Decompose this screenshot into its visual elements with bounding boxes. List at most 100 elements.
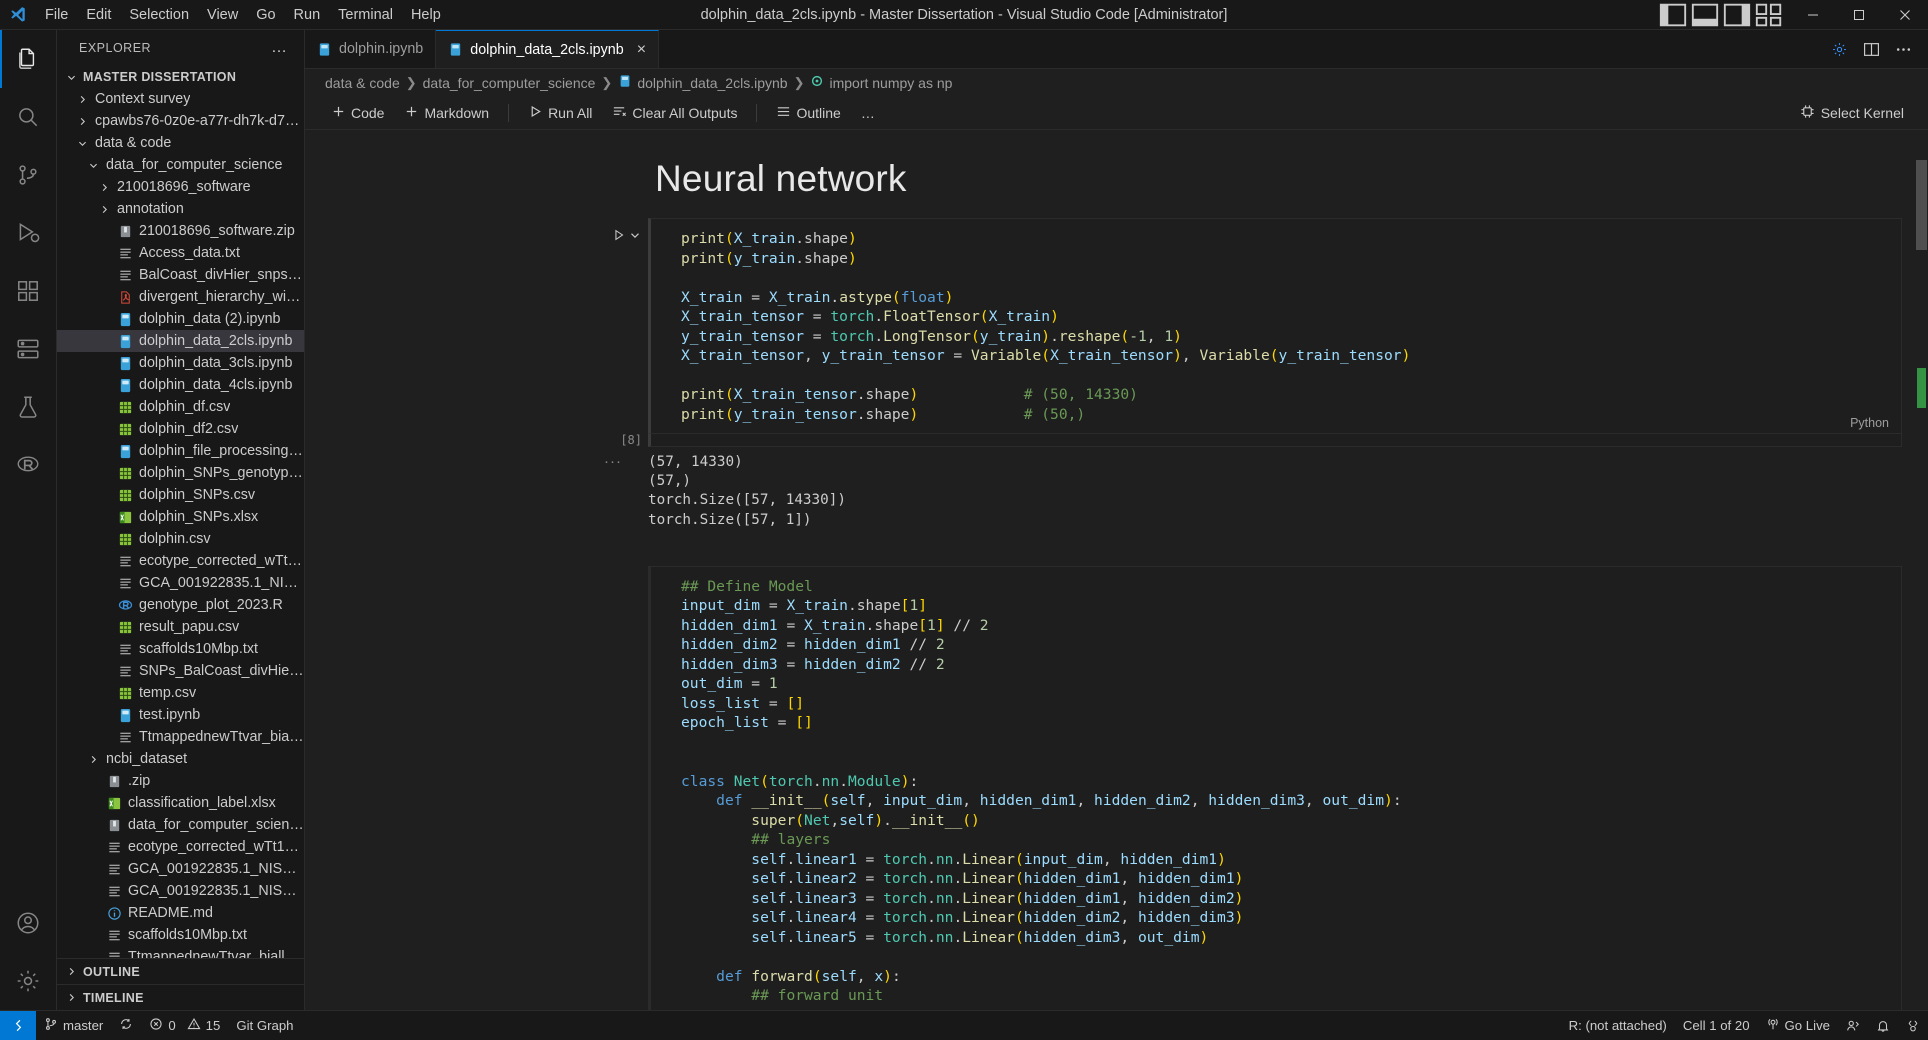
tree-item[interactable]: SNPs_BalCoast_divHier_annotatio... [57,660,304,682]
tree-item[interactable]: dolphin.csv [57,528,304,550]
tab-dolphin-ipynb[interactable]: dolphin.ipynb [305,30,437,68]
tree-item[interactable]: classification_label.xlsx [57,792,304,814]
tree-item[interactable]: Access_data.txt [57,242,304,264]
status-sync-button[interactable] [111,1011,141,1040]
tab-close-icon[interactable]: × [637,41,646,58]
status-notifications-bell-icon[interactable] [1868,1011,1898,1040]
menu-selection[interactable]: Selection [120,4,198,26]
activity-r-logo-icon[interactable] [0,436,57,494]
split-editor-icon[interactable] [1856,34,1886,64]
panel-left-icon[interactable] [1658,2,1688,28]
tree-item[interactable]: dolphin_data (2).ipynb [57,308,304,330]
tree-item[interactable]: 210018696_software [57,176,304,198]
close-icon[interactable] [1882,0,1928,30]
menu-run[interactable]: Run [285,4,330,26]
tree-item[interactable]: 210018696_software.zip [57,220,304,242]
activity-testing-icon[interactable] [0,378,57,436]
menu-bar[interactable]: File Edit Selection View Go Run Terminal… [36,4,450,26]
activity-remote-explorer-icon[interactable] [0,320,57,378]
scrollbar-thumb[interactable] [1916,160,1927,250]
activity-run-debug-icon[interactable] [0,204,57,262]
tree-item[interactable]: dolphin_data_2cls.ipynb [57,330,304,352]
sidebar-section-outline[interactable]: OUTLINE [57,958,304,984]
notebook-scrollbar[interactable] [1914,130,1928,1010]
activity-search-icon[interactable] [0,88,57,146]
tree-item[interactable]: dolphin_df.csv [57,396,304,418]
tree-item[interactable]: dolphin_data_3cls.ipynb [57,352,304,374]
activity-extensions-icon[interactable] [0,262,57,320]
tree-item[interactable]: annotation [57,198,304,220]
add-markdown-cell-button[interactable]: Markdown [396,101,497,125]
tree-item[interactable]: cpawbs76-0z0e-a77r-dh7k-d781w6q... [57,110,304,132]
breadcrumb-item-symbol[interactable]: import numpy as np [810,74,952,91]
notebook-editor[interactable]: Neural network print(X_train.shape) prin… [305,130,1928,1010]
editor-more-actions-icon[interactable] [1888,34,1918,64]
tree-item[interactable]: dolphin_file_processing.ipynb [57,440,304,462]
tree-item[interactable]: data_for_computer_science.zip [57,814,304,836]
customize-layout-icon[interactable] [1754,2,1784,28]
remote-indicator-icon[interactable] [0,1010,36,1040]
minimize-icon[interactable] [1790,0,1836,30]
workspace-root-header[interactable]: MASTER DISSERTATION [57,66,304,88]
panel-bottom-icon[interactable] [1690,2,1720,28]
tree-item[interactable]: dolphin_df2.csv [57,418,304,440]
sidebar-more-actions-icon[interactable]: … [263,39,296,57]
status-cell-position[interactable]: Cell 1 of 20 [1675,1011,1758,1040]
tree-item[interactable]: ecotype_corrected_wTt182.txt [57,836,304,858]
activity-explorer-icon[interactable] [0,30,57,88]
tree-item[interactable]: ncbi_dataset [57,748,304,770]
status-r-interpreter[interactable]: R: (not attached) [1561,1011,1675,1040]
breadcrumb-item-folder[interactable]: data & code [325,75,400,91]
tree-item[interactable]: scaffolds10Mbp.txt [57,924,304,946]
output-collapse-icon[interactable]: ··· [305,447,648,470]
notebook-cell[interactable]: ## Define Model input_dim = X_train.shap… [305,565,1928,1010]
breadcrumb-item-subfolder[interactable]: data_for_computer_science [423,75,596,91]
status-problems[interactable]: 0 15 [141,1011,228,1040]
tree-item[interactable]: GCA_001922835.1_NIST_Tur_tru_v1... [57,858,304,880]
panel-right-icon[interactable] [1722,2,1752,28]
tree-item[interactable]: temp.csv [57,682,304,704]
tree-item[interactable]: data & code [57,132,304,154]
tree-item[interactable]: BalCoast_divHier_snps.vcf [57,264,304,286]
tree-item[interactable]: dolphin_SNPs_genotype_data.csv [57,462,304,484]
tree-item[interactable]: TtmappednewTtvar_biallelic.vcf.gz [57,726,304,748]
select-kernel-button[interactable]: Select Kernel [1792,101,1912,125]
code-editor[interactable]: print(X_train.shape) print(y_train.shape… [648,218,1902,435]
code-editor[interactable]: ## Define Model input_dim = X_train.shap… [648,565,1902,1010]
tab-dolphin-data-2cls-ipynb[interactable]: dolphin_data_2cls.ipynb × [436,30,660,68]
file-tree[interactable]: MASTER DISSERTATION Context survey cpawbs… [57,66,304,958]
status-git-graph[interactable]: Git Graph [228,1011,301,1040]
tree-item[interactable]: data_for_computer_science [57,154,304,176]
run-cell-button[interactable] [612,224,642,435]
activity-manage-gear-icon[interactable] [0,952,57,1010]
cell-language-label[interactable]: Python [1850,416,1889,430]
tree-item[interactable]: TtmappednewTtvar_biallelic.vcf [57,946,304,958]
cell-source[interactable]: print(X_train.shape) print(y_train.shape… [651,229,1901,424]
tree-item[interactable]: dolphin_SNPs.xlsx [57,506,304,528]
tree-item[interactable]: divergent_hierarchy_with_pop23.p... [57,286,304,308]
notebook-cell[interactable]: print(X_train.shape) print(y_train.shape… [305,218,1928,435]
tree-item[interactable]: test.ipynb [57,704,304,726]
tree-item[interactable]: GCA_001922835.1_NIST_Tur_tru_v1... [57,880,304,902]
tree-item[interactable]: .zip [57,770,304,792]
tree-item[interactable]: dolphin_SNPs.csv [57,484,304,506]
maximize-icon[interactable] [1836,0,1882,30]
menu-terminal[interactable]: Terminal [329,4,402,26]
tree-item[interactable]: dolphin_data_4cls.ipynb [57,374,304,396]
menu-go[interactable]: Go [247,4,284,26]
status-feedback-icon[interactable] [1838,1011,1868,1040]
notebook-more-actions-button[interactable]: … [853,102,883,124]
add-code-cell-button[interactable]: Code [323,101,392,125]
tree-item[interactable]: scaffolds10Mbp.txt [57,638,304,660]
tree-item[interactable]: GCA_001922835.1_NIST_Tur_tru_v... [57,572,304,594]
status-branch[interactable]: master [36,1011,111,1040]
status-go-live[interactable]: Go Live [1758,1011,1838,1040]
clear-all-outputs-button[interactable]: Clear All Outputs [604,101,745,125]
tree-item[interactable]: README.md [57,902,304,924]
tree-item[interactable]: result_papu.csv [57,616,304,638]
tree-item[interactable]: genotype_plot_2023.R [57,594,304,616]
sidebar-section-timeline[interactable]: TIMELINE [57,984,304,1010]
cell-source[interactable]: ## Define Model input_dim = X_train.shap… [651,577,1901,1006]
activity-accounts-icon[interactable] [0,894,57,952]
tree-item[interactable]: Context survey [57,88,304,110]
